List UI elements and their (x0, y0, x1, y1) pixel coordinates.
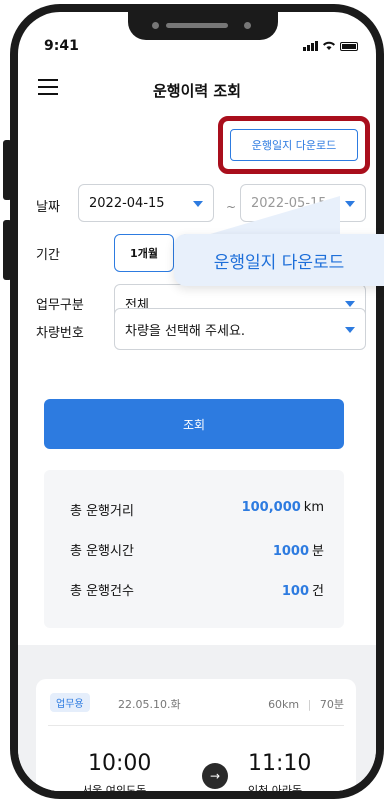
history-card[interactable]: 업무용 22.05.10.화 60km | 70분 10:00 서울 여의도동 … (36, 679, 356, 791)
screen: 9:41 운행이력 조회 운행일지 다운로드 날짜 2022-04-15 ~ 2… (18, 12, 376, 791)
phone-frame: 9:41 운행이력 조회 운행일지 다운로드 날짜 2022-04-15 ~ 2… (10, 4, 384, 799)
vehicle-placeholder: 차량을 선택해 주세요. (125, 323, 246, 339)
work-type-label: 업무구분 (36, 298, 84, 313)
summary-panel: 총 운행거리 100,000 km 총 운행시간 1000 분 총 운행건수 100… (44, 470, 344, 628)
camera-icon (152, 22, 159, 29)
history-meta: 60km | 70분 (268, 696, 344, 712)
page-title: 운행이력 조회 (152, 82, 242, 100)
history-distance: 60km (268, 698, 300, 711)
signal-icon (303, 41, 318, 51)
summary-time-label: 총 운행시간 (70, 544, 134, 559)
vehicle-label: 차량번호 (36, 326, 84, 341)
start-time: 10:00 (88, 751, 152, 776)
download-callout: 운행일지 다운로드 (174, 234, 384, 286)
download-highlight-frame: 운행일지 다운로드 (218, 116, 370, 174)
summary-distance-value: 100,000 (241, 500, 301, 515)
chevron-down-icon (345, 301, 355, 307)
meta-divider: | (307, 698, 312, 711)
summary-count-unit: 건 (312, 584, 324, 599)
speaker-icon (166, 23, 228, 28)
summary-distance-unit: km (303, 500, 324, 515)
status-time: 9:41 (44, 38, 79, 54)
start-date-value: 2022-04-15 (89, 195, 165, 211)
work-type-badge: 업무용 (50, 693, 90, 712)
sensor-icon (244, 22, 251, 29)
arrow-right-icon: → (202, 763, 228, 789)
download-log-button[interactable]: 운행일지 다운로드 (230, 129, 358, 161)
start-place: 서울 여의도동 (82, 784, 147, 791)
chevron-down-icon (345, 201, 355, 207)
summary-time-unit: 분 (312, 544, 324, 559)
summary-time-row: 총 운행시간 1000 분 (70, 540, 324, 559)
end-time: 11:10 (248, 751, 312, 776)
vehicle-select[interactable]: 차량을 선택해 주세요. (114, 308, 366, 350)
summary-distance-row: 총 운행거리 100,000 km (70, 500, 324, 519)
summary-count-row: 총 운행건수 100 건 (70, 580, 324, 599)
summary-count-value: 100 (281, 584, 310, 599)
summary-count-label: 총 운행건수 (70, 584, 134, 599)
period-label: 기간 (36, 248, 60, 263)
card-divider (48, 725, 344, 726)
period-1-month-button[interactable]: 1개월 (114, 234, 174, 272)
wifi-icon (323, 41, 335, 50)
notch (128, 12, 278, 40)
history-date: 22.05.10.화 (118, 698, 181, 711)
end-place: 인천 아라동 (248, 784, 303, 791)
status-icons (303, 40, 358, 51)
search-button[interactable]: 조회 (44, 399, 344, 449)
summary-distance-label: 총 운행거리 (70, 504, 134, 519)
summary-time-value: 1000 (272, 544, 310, 559)
battery-icon (340, 42, 358, 51)
date-label: 날짜 (36, 200, 60, 215)
history-duration: 70분 (319, 698, 344, 711)
chevron-down-icon (345, 327, 355, 333)
